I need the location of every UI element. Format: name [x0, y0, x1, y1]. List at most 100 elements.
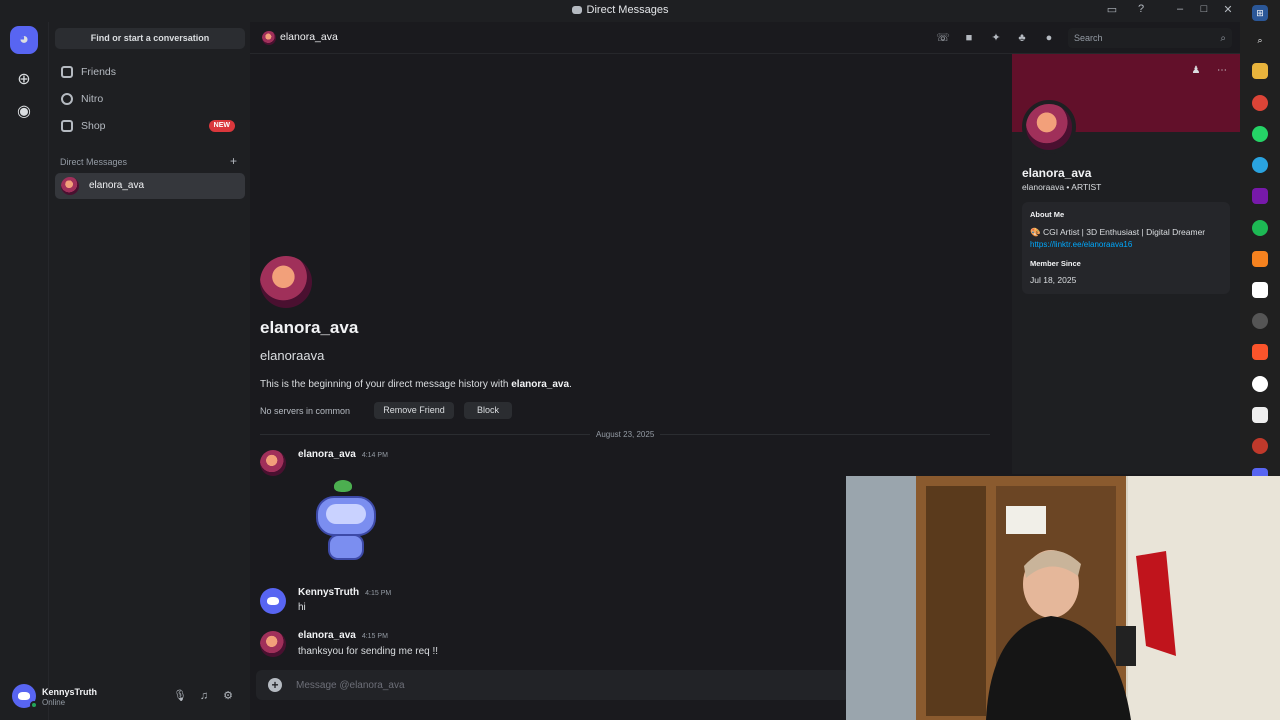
discord-icon: ◕ — [19, 31, 29, 48]
add-attachment-button[interactable]: + — [268, 678, 282, 692]
microphone-icon[interactable]: 🎙 — [173, 689, 187, 703]
message-text: hi — [298, 602, 306, 613]
channel-name: elanora_ava — [280, 31, 338, 43]
avatar — [262, 31, 276, 45]
add-friend-icon[interactable]: ♟ — [1189, 64, 1203, 78]
sticker[interactable] — [308, 480, 388, 570]
message-author: elanora_ava 4:14 PM — [298, 449, 388, 460]
date-divider-label: August 23, 2025 — [590, 430, 661, 439]
chrome-icon[interactable] — [1252, 95, 1268, 111]
app-icon[interactable] — [1252, 407, 1268, 423]
obs-icon[interactable] — [1252, 313, 1268, 329]
intro-text: This is the beginning of your direct mes… — [260, 379, 572, 390]
message-author: KennysTruth 4:15 PM — [298, 587, 392, 598]
about-me-title: About Me — [1030, 210, 1065, 219]
message-composer: + — [256, 670, 850, 700]
capcut-icon[interactable] — [1252, 282, 1268, 298]
message-author: elanora_ava 4:15 PM — [298, 630, 388, 641]
pin-icon[interactable]: ✦ — [989, 31, 1003, 45]
avatar — [260, 256, 312, 308]
vlc-icon[interactable] — [1252, 251, 1268, 267]
online-status-icon — [30, 701, 38, 709]
video-icon[interactable]: ■ — [962, 31, 976, 45]
help-icon[interactable]: ? — [1133, 3, 1149, 15]
message-text: thanksyou for sending me req !! — [298, 646, 439, 657]
avatar[interactable] — [1022, 100, 1076, 154]
user-panel: KennysTruth Online 🎙 ♫ ⚙ — [0, 650, 250, 720]
whatsapp-icon[interactable] — [1252, 126, 1268, 142]
phone-icon[interactable]: ☏ — [936, 31, 950, 45]
message-input[interactable] — [296, 677, 696, 693]
dm-item-label: elanora_ava — [89, 180, 145, 191]
about-me-text: 🎨 CGI Artist | 3D Enthusiast | Digital D… — [1030, 227, 1206, 237]
discord-icon — [571, 6, 582, 15]
search-icon[interactable]: ⌕ — [1252, 32, 1268, 48]
headphones-icon[interactable]: ♫ — [197, 689, 211, 703]
add-friends-icon[interactable]: ♣ — [1015, 31, 1029, 45]
shop-icon — [61, 120, 73, 132]
plus-icon: + — [230, 154, 238, 168]
home-button[interactable]: ◕ — [10, 26, 38, 54]
block-button[interactable]: Block — [464, 402, 512, 419]
create-dm-button[interactable]: + — [230, 154, 237, 168]
profile-display-name: elanora_ava — [1022, 166, 1092, 180]
find-conversation-button[interactable]: Find or start a conversation — [55, 28, 245, 49]
username: KennysTruth — [42, 687, 98, 697]
nav-item-label: Shop — [81, 120, 106, 132]
compass-icon: ◉ — [17, 103, 31, 120]
profile-subtitle: elanoraava • ARTIST — [1022, 182, 1102, 192]
gear-icon[interactable]: ⚙ — [221, 689, 235, 703]
member-since-date: Jul 18, 2025 — [1030, 275, 1077, 285]
window-title: Direct Messages — [0, 4, 1240, 16]
close-button[interactable]: ✕ — [1220, 3, 1236, 16]
nav-item-label: Nitro — [81, 93, 104, 105]
brave-icon[interactable] — [1252, 344, 1268, 360]
nav-item-label: Friends — [81, 66, 117, 78]
maximize-button[interactable]: □ — [1196, 3, 1212, 15]
profile-panel: ♟ ⋯ elanora_ava elanoraava • ARTIST Abou… — [1012, 54, 1240, 474]
webcam-overlay — [846, 476, 1280, 720]
remove-friend-button[interactable]: Remove Friend — [374, 402, 454, 419]
palette-icon: 🎨 — [1030, 227, 1043, 237]
profile-card: About Me 🎨 CGI Artist | 3D Enthusiast | … — [1022, 202, 1230, 294]
inbox-icon[interactable]: ▭ — [1104, 3, 1120, 16]
about-me-link[interactable]: https://linktr.ee/elanoraava16 — [1030, 240, 1132, 249]
dm-sidebar: Find or start a conversation Friends Nit… — [48, 22, 250, 720]
avatar[interactable] — [260, 450, 286, 476]
windows-start-icon[interactable]: ⊞ — [1252, 5, 1268, 21]
add-server-button[interactable]: ⊕ — [10, 66, 38, 94]
dm-section-header: Direct Messages — [60, 157, 128, 167]
spotify-icon[interactable] — [1252, 220, 1268, 236]
intro-username: elanoraava — [260, 348, 325, 363]
webcam-feed — [846, 476, 1280, 720]
user-status: Online — [42, 698, 66, 707]
nav-item-friends[interactable]: Friends — [55, 60, 245, 84]
nav-item-nitro[interactable]: Nitro — [55, 87, 245, 111]
user-profile-icon[interactable]: ● — [1042, 31, 1056, 45]
plus-icon: ⊕ — [17, 71, 31, 88]
friends-icon — [61, 66, 73, 78]
minimize-button[interactable]: – — [1172, 3, 1188, 15]
new-badge: NEW — [208, 120, 235, 132]
more-options-icon[interactable]: ⋯ — [1215, 64, 1229, 78]
search-icon: ⌕ — [1220, 33, 1226, 44]
nav-item-shop[interactable]: Shop NEW — [55, 114, 245, 138]
dm-item-elanora-ava[interactable]: elanora_ava — [55, 173, 245, 199]
leaf-icon — [334, 480, 352, 492]
explore-button[interactable]: ◉ — [10, 98, 38, 126]
telegram-icon[interactable] — [1252, 157, 1268, 173]
file-explorer-icon[interactable] — [1252, 63, 1268, 79]
search-input[interactable]: Search ⌕ — [1068, 28, 1232, 48]
avatar — [61, 177, 79, 195]
no-servers-text: No servers in common — [260, 406, 351, 416]
chat-header: elanora_ava ☏ ■ ✦ ♣ ● Search ⌕ — [250, 22, 1240, 54]
server-rail: ◕ ⊕ ◉ — [0, 22, 48, 720]
app-icon[interactable] — [1252, 376, 1268, 392]
app-icon[interactable] — [1252, 438, 1268, 454]
member-since-title: Member Since — [1030, 259, 1081, 268]
intro-display-name: elanora_ava — [260, 318, 359, 337]
avatar[interactable] — [260, 588, 286, 614]
title-bar: Direct Messages ▭ ? – □ ✕ — [0, 0, 1240, 22]
avatar[interactable] — [260, 631, 286, 657]
onenote-icon[interactable] — [1252, 188, 1268, 204]
